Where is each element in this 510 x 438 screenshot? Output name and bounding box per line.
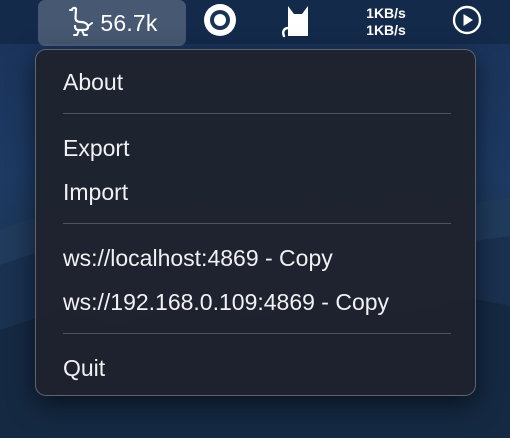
download-speed: 1KB/s: [366, 22, 406, 38]
menu-item-export[interactable]: Export: [63, 131, 129, 165]
menu-separator: [63, 223, 451, 224]
play-circle-icon: [452, 5, 482, 40]
dropdown-menu: About Export Import ws://localhost:4869 …: [35, 49, 476, 396]
ostrich-icon: [66, 6, 94, 41]
target-icon: [202, 2, 238, 43]
menu-item-about[interactable]: About: [63, 65, 123, 99]
cat-status-item[interactable]: [276, 0, 320, 44]
menu-bar: 56.7k 1KB/s 1KB/s: [0, 0, 510, 46]
menu-separator: [63, 333, 451, 334]
play-status-item[interactable]: [445, 0, 489, 44]
cat-icon: [280, 2, 316, 43]
menu-item-copy-lan-url[interactable]: ws://192.168.0.109:4869 - Copy: [63, 285, 389, 319]
ostrich-status-item[interactable]: 56.7k: [38, 0, 186, 46]
ostrich-count: 56.7k: [100, 9, 158, 36]
upload-speed: 1KB/s: [366, 5, 406, 21]
menu-item-import[interactable]: Import: [63, 175, 128, 209]
network-speed-item[interactable]: 1KB/s 1KB/s: [355, 0, 417, 44]
menu-item-copy-localhost-url[interactable]: ws://localhost:4869 - Copy: [63, 241, 333, 275]
menu-separator: [63, 113, 451, 114]
menu-item-quit[interactable]: Quit: [63, 351, 105, 385]
target-status-item[interactable]: [198, 0, 242, 44]
